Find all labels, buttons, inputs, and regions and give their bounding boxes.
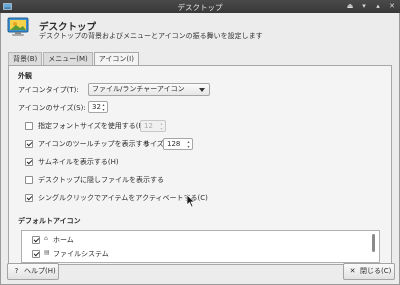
- dialog-header: デスクトップ デスクトップの背景およびメニューとアイコンの振る舞いを設定します: [1, 13, 399, 45]
- spinner-arrows-icon[interactable]: ▴ ▾: [159, 121, 164, 131]
- mouse-pointer-icon: [186, 194, 196, 208]
- spinner-arrows-icon[interactable]: ▴ ▾: [101, 102, 106, 112]
- tab-background[interactable]: 背景(B): [8, 52, 43, 65]
- close-icon: ✕: [349, 267, 356, 275]
- custom-font-label: 指定フォントサイズを使用する(F):: [38, 122, 148, 130]
- help-icon: ?: [14, 267, 19, 275]
- single-click-label: シングルクリックでアイテムをアクティベートする(C): [38, 194, 208, 202]
- hidden-files-label: デスクトップに隠しファイルを表示する: [38, 176, 164, 184]
- home-icon: ⌂: [44, 235, 48, 242]
- tab-bar: 背景(B) メニュー(M) アイコン(I): [8, 52, 140, 66]
- window-title: デスクトップ: [177, 3, 223, 12]
- default-icons-list[interactable]: ⌂ ホーム ▤ ファイルシステム: [21, 230, 380, 263]
- window-titlebar[interactable]: デスクトップ ⏏ ▾ ▴ ✕: [0, 0, 400, 13]
- tab-menus[interactable]: メニュー(M): [43, 52, 93, 65]
- spinner-arrows-icon[interactable]: ▴ ▾: [186, 139, 191, 149]
- list-scrollbar[interactable]: [372, 234, 375, 252]
- thumbnails-label: サムネイルを表示する(H): [38, 158, 119, 166]
- icon-type-select[interactable]: ファイル/ランチャーアイコン: [88, 83, 210, 96]
- desktop-settings-icon: [7, 17, 29, 36]
- help-button[interactable]: ? ヘルプ(H): [7, 263, 59, 280]
- icon-type-label: アイコンタイプ(T):: [18, 86, 79, 94]
- appearance-section-label: 外観: [18, 72, 32, 80]
- drive-icon: ▤: [44, 249, 50, 256]
- thumbnails-checkbox[interactable]: [25, 158, 33, 166]
- list-item-filesystem: ファイルシステム: [53, 250, 109, 258]
- close-dialog-button[interactable]: ✕ 閉じる(C): [343, 263, 395, 280]
- minimize-button[interactable]: ▾: [359, 1, 369, 11]
- custom-font-size-value: 12: [144, 122, 153, 130]
- close-button[interactable]: ✕: [387, 1, 397, 11]
- default-icons-section-label: デフォルトアイコン: [18, 217, 81, 225]
- filesystem-checkbox[interactable]: [32, 250, 40, 258]
- icons-tab-panel: 外観 アイコンタイプ(T): ファイル/ランチャーアイコン アイコンのサイズ(S…: [8, 65, 392, 265]
- tooltips-checkbox[interactable]: [25, 140, 33, 148]
- page-subtitle: デスクトップの背景およびメニューとアイコンの振る舞いを設定します: [39, 32, 263, 40]
- icon-type-value: ファイル/ランチャーアイコン: [92, 85, 185, 93]
- chevron-down-icon: [199, 88, 205, 92]
- icon-size-spinner[interactable]: 32 ▴ ▾: [88, 101, 108, 113]
- custom-font-checkbox[interactable]: [25, 122, 33, 130]
- tab-icons[interactable]: アイコン(I): [93, 52, 139, 66]
- help-button-label: ヘルプ(H): [24, 267, 56, 275]
- custom-font-size-spinner[interactable]: 12 ▴ ▾: [140, 120, 166, 132]
- home-checkbox[interactable]: [32, 236, 40, 244]
- shade-button[interactable]: ⏏: [345, 1, 355, 11]
- dialog-body: デスクトップ デスクトップの背景およびメニューとアイコンの振る舞いを設定します …: [0, 13, 400, 285]
- hidden-files-checkbox[interactable]: [25, 176, 33, 184]
- single-click-checkbox[interactable]: [25, 194, 33, 202]
- maximize-button[interactable]: ▴: [373, 1, 383, 11]
- list-item-home: ホーム: [53, 236, 74, 244]
- tooltips-label: アイコンのツールチップを表示する: [38, 140, 150, 148]
- icon-size-value: 32: [92, 103, 101, 111]
- icon-size-label: アイコンのサイズ(S):: [18, 104, 86, 112]
- close-button-label: 閉じる(C): [360, 267, 392, 275]
- tooltip-size-spinner[interactable]: 128 ▴ ▾: [163, 138, 193, 150]
- tooltip-size-value: 128: [167, 140, 181, 148]
